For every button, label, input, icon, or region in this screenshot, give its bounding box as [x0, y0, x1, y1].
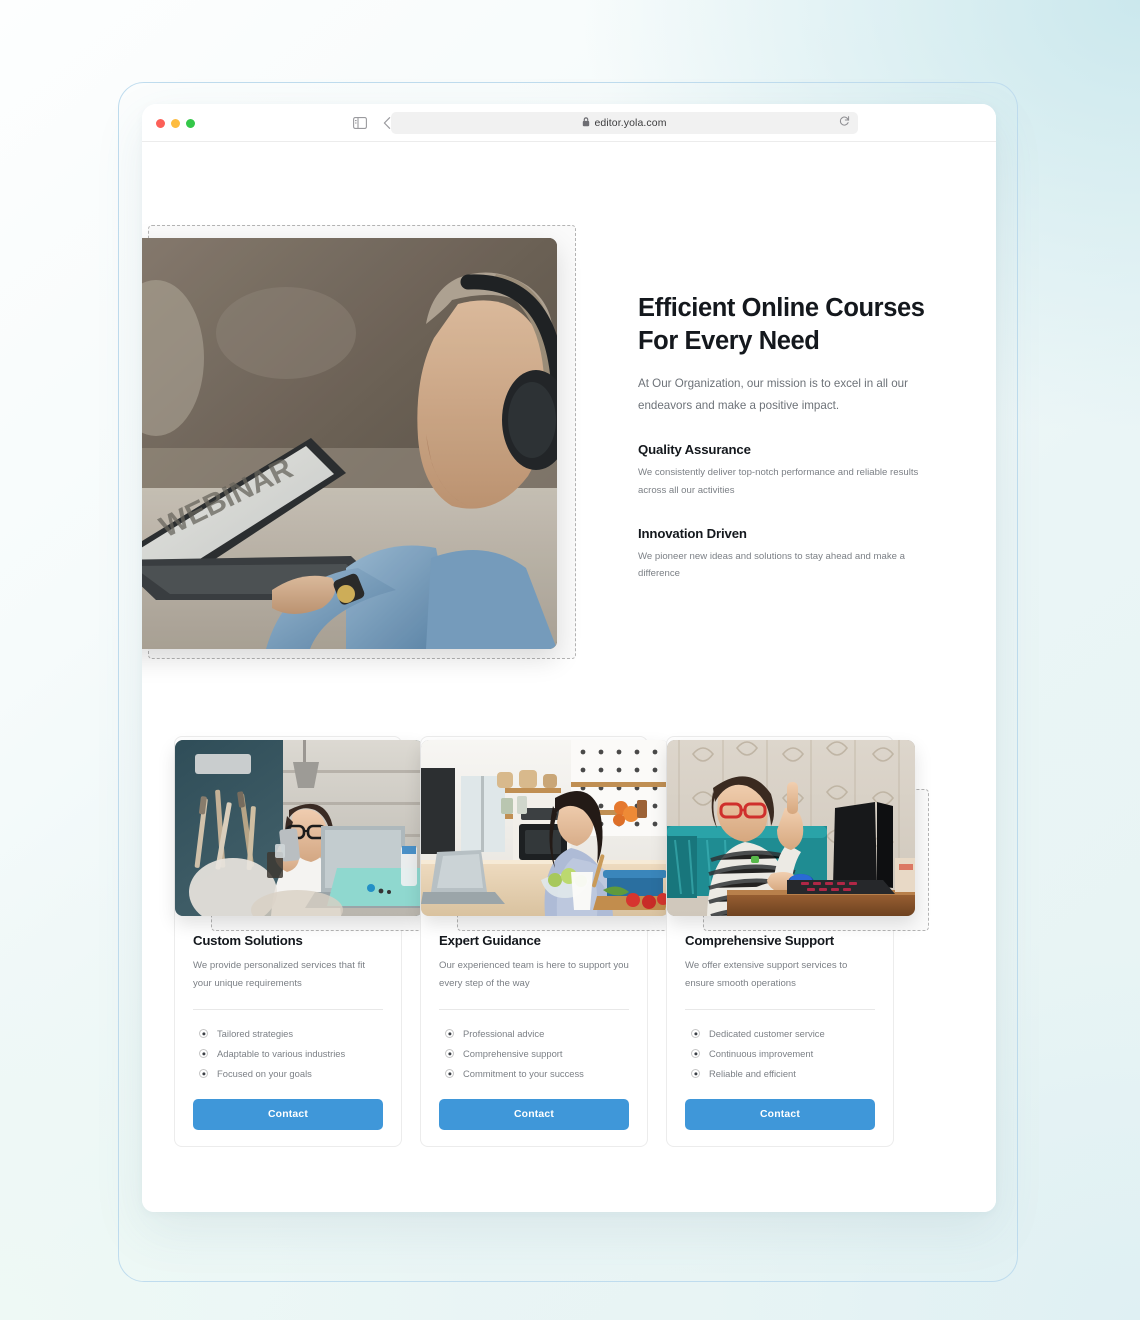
list-item: Reliable and efficient [685, 1064, 875, 1084]
card-bullet-list: Tailored strategies Adaptable to various… [193, 1024, 383, 1084]
website-canvas: WEBINAR Efficient Online Courses For Eve… [142, 142, 996, 1212]
contact-button[interactable]: Contact [685, 1099, 875, 1131]
card-description: We provide personalized services that fi… [193, 960, 366, 989]
close-window-button[interactable] [156, 119, 165, 128]
bullet-label: Dedicated customer service [709, 1028, 825, 1040]
contact-button[interactable]: Contact [193, 1099, 383, 1131]
card-body: Custom Solutions We provide personalized… [175, 933, 401, 1131]
list-item: Continuous improvement [685, 1044, 875, 1064]
bullet-label: Continuous improvement [709, 1048, 814, 1060]
card-image[interactable] [421, 740, 669, 916]
maximize-window-button[interactable] [186, 119, 195, 128]
bullet-icon [445, 1069, 454, 1079]
bullet-label: Commitment to your success [463, 1068, 584, 1080]
bullet-icon [445, 1029, 454, 1039]
card-title: Expert Guidance [439, 933, 541, 948]
browser-window: editor.yola.com WEBINAR Efficient Online… [142, 104, 996, 1212]
feature-title: Quality Assurance [638, 442, 751, 458]
card-description: Our experienced team is here to support … [439, 960, 629, 989]
feature-block-innovation-driven: Innovation Driven We pioneer new ideas a… [638, 526, 930, 583]
feature-card: Custom Solutions We provide personalized… [174, 736, 437, 1148]
list-item: Focused on your goals [193, 1064, 383, 1084]
card-bullet-list: Dedicated customer service Continuous im… [685, 1024, 875, 1084]
contact-button[interactable]: Contact [439, 1099, 629, 1131]
lock-icon [582, 114, 590, 132]
bullet-label: Professional advice [463, 1028, 545, 1040]
hero-image[interactable]: WEBINAR [142, 238, 557, 649]
bullet-icon [199, 1069, 208, 1079]
bullet-icon [445, 1049, 454, 1059]
bullet-icon [691, 1049, 700, 1059]
browser-toolbar: editor.yola.com [142, 104, 996, 142]
feature-card: Expert Guidance Our experienced team is … [420, 736, 683, 1148]
minimize-window-button[interactable] [171, 119, 180, 128]
list-item: Dedicated customer service [685, 1024, 875, 1044]
bullet-icon [691, 1069, 700, 1079]
bullet-label: Comprehensive support [463, 1048, 563, 1060]
feature-card-list: Custom Solutions We provide personalized… [174, 736, 964, 1148]
hero-subtitle: At Our Organization, our mission is to e… [638, 377, 908, 412]
card-body: Comprehensive Support We offer extensive… [667, 933, 893, 1131]
bullet-label: Reliable and efficient [709, 1068, 796, 1080]
feature-block-quality-assurance: Quality Assurance We consistently delive… [638, 442, 930, 499]
list-item: Comprehensive support [439, 1044, 629, 1064]
back-icon[interactable] [383, 116, 391, 129]
address-bar-text: editor.yola.com [594, 117, 667, 129]
bullet-label: Tailored strategies [217, 1028, 294, 1040]
card-title: Comprehensive Support [685, 933, 834, 948]
list-item: Professional advice [439, 1024, 629, 1044]
card-body: Expert Guidance Our experienced team is … [421, 933, 647, 1131]
reload-icon[interactable] [839, 114, 850, 132]
divider [193, 1009, 383, 1011]
feature-card: Comprehensive Support We offer extensive… [666, 736, 929, 1148]
sidebar-toggle-icon[interactable] [353, 116, 367, 129]
divider [439, 1009, 629, 1011]
card-title: Custom Solutions [193, 933, 303, 948]
feature-title: Innovation Driven [638, 525, 747, 541]
divider [685, 1009, 875, 1011]
hero-copy: Efficient Online Courses For Every Need … [638, 292, 930, 583]
feature-body: We pioneer new ideas and solutions to st… [638, 550, 906, 580]
list-item: Tailored strategies [193, 1024, 383, 1044]
bullet-icon [691, 1029, 700, 1039]
address-bar[interactable]: editor.yola.com [391, 112, 858, 134]
page-title: Efficient Online Courses For Every Need [638, 294, 925, 355]
card-image[interactable] [667, 740, 915, 916]
bullet-icon [199, 1049, 208, 1059]
list-item: Commitment to your success [439, 1064, 629, 1084]
card-bullet-list: Professional advice Comprehensive suppor… [439, 1024, 629, 1084]
bullet-icon [199, 1029, 208, 1039]
window-traffic-lights [156, 119, 195, 128]
card-image[interactable] [175, 740, 423, 916]
bullet-label: Adaptable to various industries [217, 1048, 346, 1060]
feature-body: We consistently deliver top-notch perfor… [638, 467, 919, 496]
bullet-label: Focused on your goals [217, 1068, 312, 1080]
list-item: Adaptable to various industries [193, 1044, 383, 1064]
card-description: We offer extensive support services to e… [685, 960, 848, 989]
